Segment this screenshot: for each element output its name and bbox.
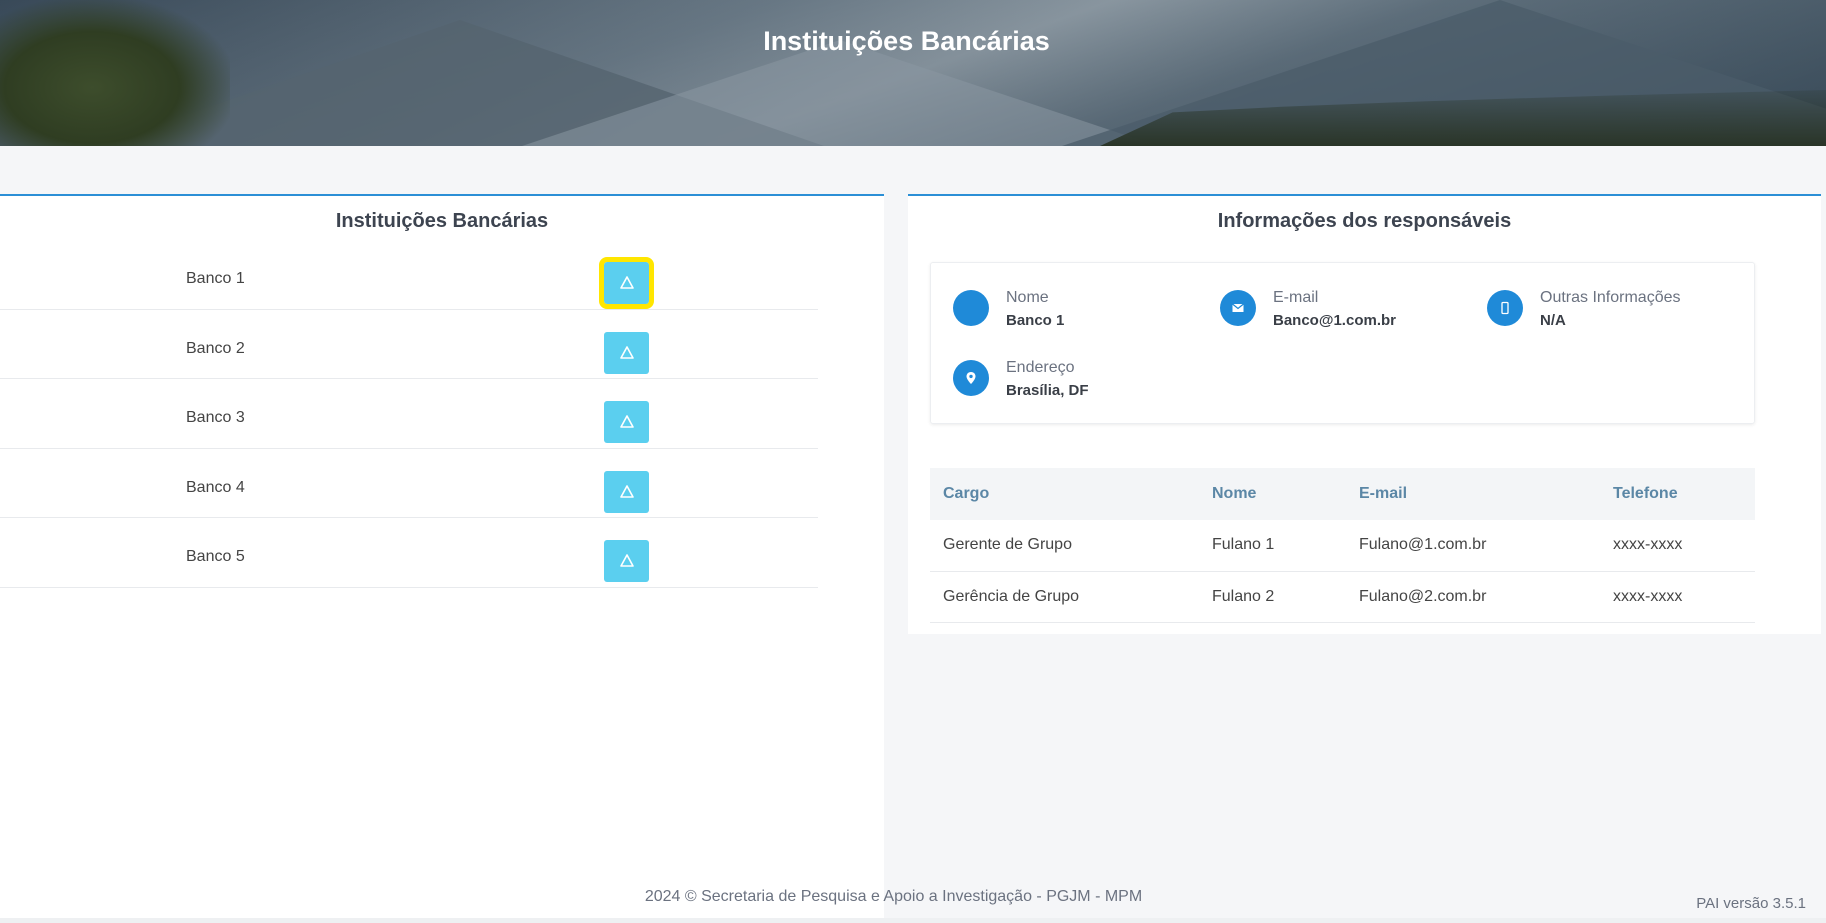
- column-header-cargo: Cargo: [930, 468, 1199, 520]
- triangle-icon: [619, 415, 634, 428]
- envelope-icon: [1220, 290, 1256, 326]
- info-value: N/A: [1540, 312, 1566, 329]
- info-item-outras: Outras Informações N/A: [1487, 288, 1681, 329]
- list-item: Banco 1: [0, 240, 818, 310]
- list-item: Banco 2: [0, 310, 818, 380]
- table-cell: xxxx-xxxx: [1600, 520, 1755, 572]
- info-item-endereco: Endereço Brasília, DF: [953, 358, 1089, 399]
- bank-name: Banco 3: [186, 409, 245, 427]
- table-row: Gerente de Grupo Fulano 1 Fulano@1.com.b…: [930, 520, 1755, 572]
- info-panel: Informações dos responsáveis Nome Banco …: [908, 194, 1821, 634]
- select-bank-button[interactable]: [599, 257, 654, 309]
- responsaveis-table: Cargo Nome E-mail Telefone Gerente de Gr…: [930, 468, 1755, 623]
- header-banner: Instituições Bancárias: [0, 0, 1826, 146]
- triangle-icon: [619, 554, 634, 568]
- map-pin-icon: [953, 360, 989, 396]
- info-card: Nome Banco 1 E-mail Banco@1.com.br Outra…: [930, 262, 1755, 424]
- info-value: Banco@1.com.br: [1273, 312, 1396, 329]
- table-cell: Fulano 2: [1199, 571, 1346, 623]
- triangle-icon: [619, 276, 634, 289]
- select-bank-button[interactable]: [604, 331, 649, 374]
- select-bank-button[interactable]: [604, 401, 649, 444]
- bank-name: Banco 1: [186, 270, 245, 287]
- info-label: Outras Informações: [1540, 289, 1681, 306]
- triangle-icon: [619, 484, 634, 498]
- column-header-telefone: Telefone: [1600, 468, 1755, 520]
- list-item: Banco 3: [0, 379, 818, 449]
- table-cell: xxxx-xxxx: [1600, 571, 1755, 623]
- info-item-nome: Nome Banco 1: [953, 288, 1064, 329]
- footer-text: 2024 © Secretaria de Pesquisa e Apoio a …: [644, 888, 1143, 905]
- banks-panel-title: Instituições Bancárias: [335, 210, 549, 232]
- banner-trees: [0, 0, 230, 146]
- phone-icon: [1487, 290, 1523, 326]
- info-value: Banco 1: [1006, 312, 1065, 329]
- table-cell: Gerente de Grupo: [930, 520, 1199, 572]
- select-bank-button[interactable]: [604, 470, 649, 513]
- bank-name: Banco 4: [186, 478, 245, 496]
- bank-list: Banco 1 Banco 2 Banco 3 Banco 4 Banco 5: [0, 240, 818, 588]
- bottom-divider: [0, 918, 1826, 923]
- list-item: Banco 4: [0, 449, 818, 519]
- list-item: Banco 5: [0, 518, 818, 588]
- table-cell: Fulano@1.com.br: [1346, 520, 1600, 572]
- info-label: E-mail: [1273, 289, 1319, 306]
- table-row: Gerência de Grupo Fulano 2 Fulano@2.com.…: [930, 571, 1755, 623]
- table-header-row: Cargo Nome E-mail Telefone: [930, 468, 1755, 520]
- table-cell: Gerência de Grupo: [930, 571, 1199, 623]
- bank-name: Banco 5: [186, 548, 245, 566]
- info-label: Endereço: [1006, 359, 1075, 376]
- triangle-icon: [619, 345, 634, 359]
- table-cell: Fulano@2.com.br: [1346, 571, 1600, 623]
- info-panel-title: Informações dos responsáveis: [1217, 210, 1512, 232]
- info-value: Brasília, DF: [1006, 382, 1089, 399]
- banks-panel: Instituições Bancárias Banco 1 Banco 2 B…: [0, 194, 884, 923]
- bank-name: Banco 2: [186, 339, 245, 357]
- column-header-email: E-mail: [1346, 468, 1600, 520]
- info-item-email: E-mail Banco@1.com.br: [1220, 288, 1396, 329]
- select-bank-button[interactable]: [604, 540, 649, 583]
- column-header-nome: Nome: [1199, 468, 1346, 520]
- page-title: Instituições Bancárias: [763, 26, 1050, 56]
- info-label: Nome: [1006, 289, 1049, 306]
- user-icon: [953, 290, 989, 326]
- version-label: PAI versão 3.5.1: [1696, 895, 1806, 912]
- table-cell: Fulano 1: [1199, 520, 1346, 572]
